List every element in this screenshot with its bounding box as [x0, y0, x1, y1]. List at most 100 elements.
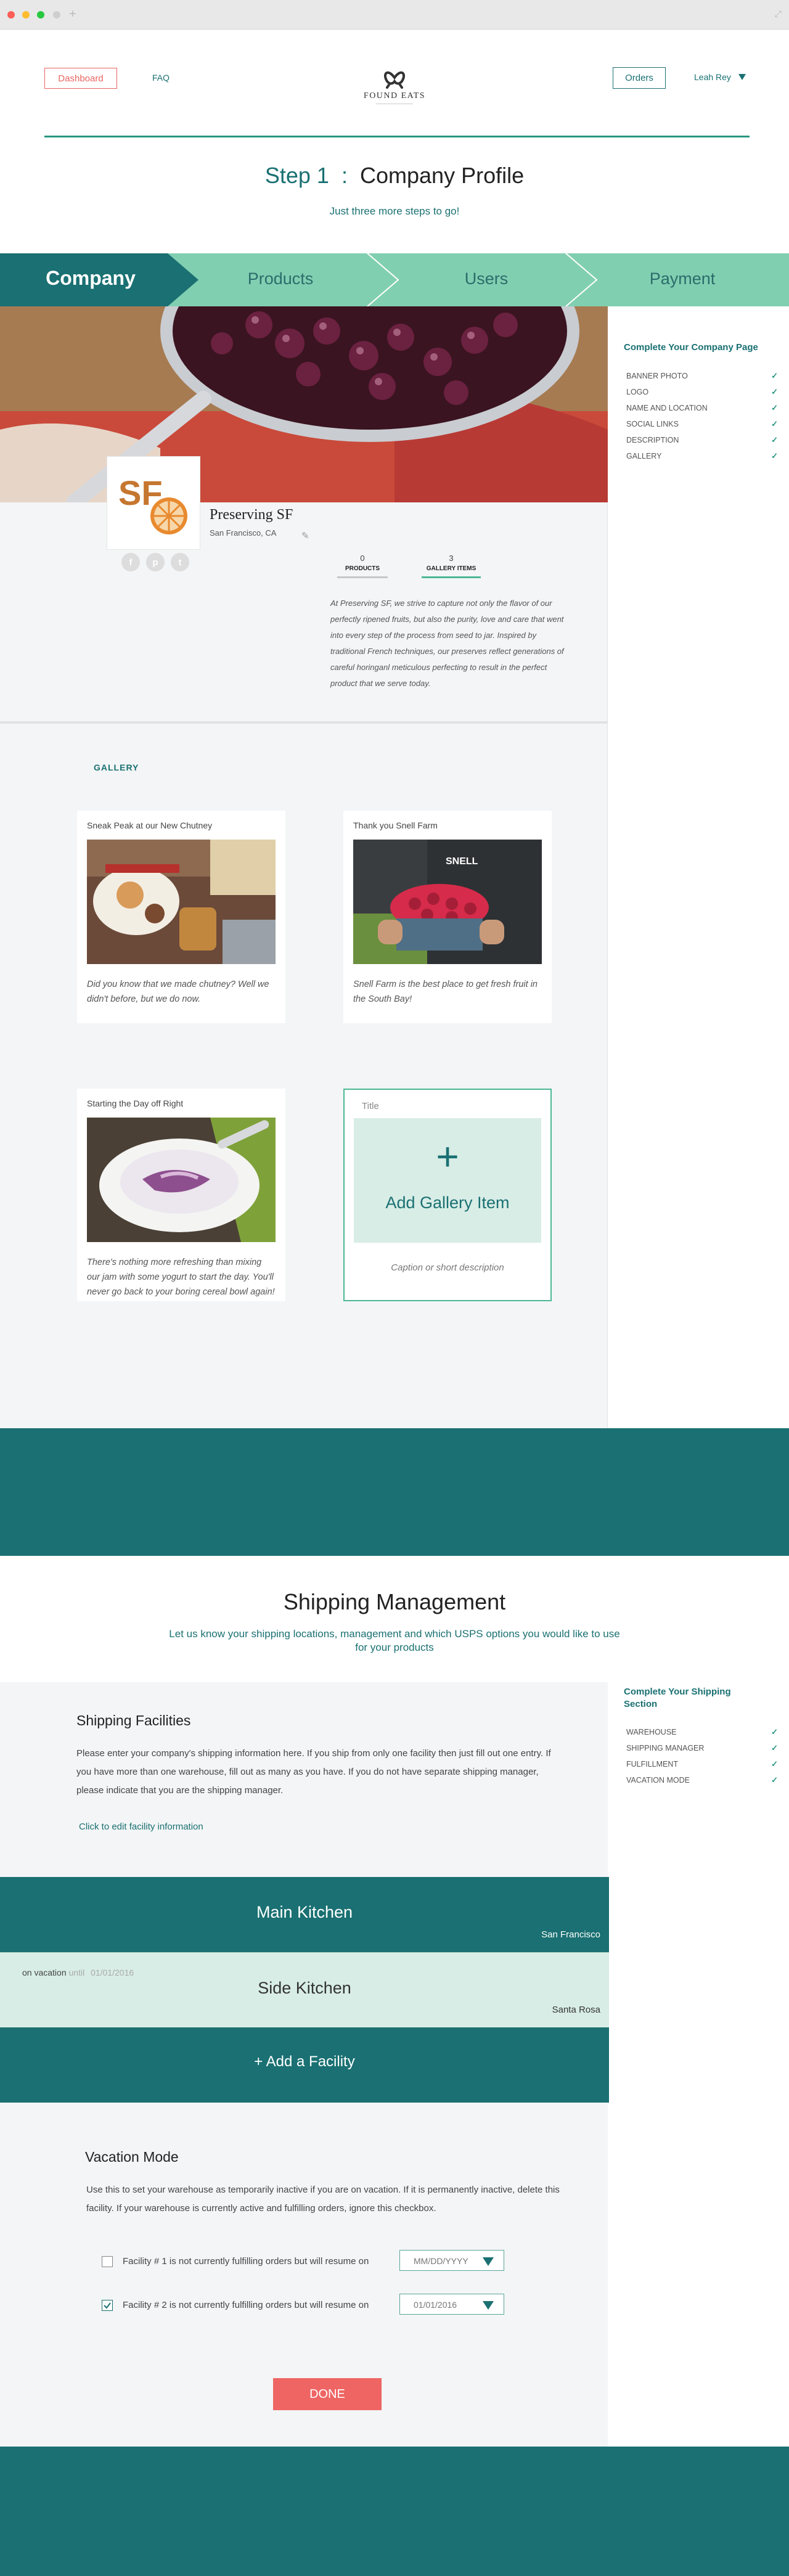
step-tab-company[interactable]: Company — [23, 267, 158, 290]
facility-2-vacation-label: Facility # 2 is not currently fulfilling… — [123, 2300, 369, 2310]
gallery-card[interactable]: Sneak Peak at our New Chutney Did you kn… — [77, 811, 285, 1023]
teal-separator-band — [0, 1428, 789, 1556]
products-label: PRODUCTS — [345, 565, 380, 572]
pinterest-icon[interactable]: p — [146, 553, 165, 571]
footer-band — [0, 2447, 789, 2576]
gallery-card[interactable]: Thank you Snell Farm SNELL Snell Farm is… — [343, 811, 552, 1023]
close-window-icon[interactable] — [7, 11, 15, 18]
gallery-card-caption: Did you know that we made chutney? Well … — [87, 979, 269, 1004]
gallery-card[interactable]: Starting the Day off Right There's nothi… — [77, 1089, 285, 1301]
dashboard-button[interactable]: Dashboard — [44, 68, 117, 89]
done-button[interactable]: DONE — [273, 2378, 382, 2410]
banner-photo[interactable] — [0, 306, 608, 502]
maximize-window-icon[interactable] — [37, 11, 44, 18]
checkmark-icon: ✓ — [771, 435, 778, 444]
gallery-card-title: Thank you Snell Farm — [353, 820, 438, 830]
vacation-note: on vacation until 01/01/2016 — [22, 1968, 134, 1977]
checkmark-icon: ✓ — [771, 1759, 778, 1768]
progress-steps: Company Products Users Payment — [0, 253, 789, 306]
tab-dot-icon — [53, 11, 60, 18]
checkmark-icon: ✓ — [771, 1727, 778, 1736]
facility-row-side-kitchen[interactable]: on vacation until 01/01/2016 Side Kitche… — [0, 1952, 609, 2027]
date-value: 01/01/2016 — [414, 2300, 457, 2310]
gallery-title-placeholder[interactable]: Title — [362, 1101, 379, 1111]
checklist-item[interactable]: FULFILLMENT ✓ — [626, 1756, 787, 1772]
edit-pencil-icon[interactable]: ✎ — [301, 530, 309, 541]
checkmark-icon: ✓ — [771, 1743, 778, 1752]
edit-facility-link[interactable]: Click to edit facility information — [79, 1822, 203, 1832]
checklist-item[interactable]: NAME AND LOCATION ✓ — [626, 400, 787, 416]
add-facility-button[interactable]: + Add a Facility — [0, 2027, 609, 2103]
page-title: Step 1 : Company Profile — [0, 163, 789, 189]
checklist-item[interactable]: GALLERY ✓ — [626, 448, 787, 464]
gallery-items-count: 3 — [449, 554, 454, 563]
company-checklist: Complete Your Company Page BANNER PHOTO ✓… — [608, 306, 789, 1428]
checkmark-icon: ✓ — [771, 403, 778, 412]
shipping-subtitle: Let us know your shipping locations, man… — [169, 1628, 620, 1653]
gallery-card-caption: Snell Farm is the best place to get fres… — [353, 979, 538, 1004]
logo-text: FOUND EATS — [363, 91, 426, 100]
minimize-window-icon[interactable] — [22, 11, 30, 18]
checklist-item[interactable]: SHIPPING MANAGER ✓ — [626, 1740, 787, 1756]
add-gallery-item-label: Add Gallery Item — [385, 1193, 510, 1212]
add-gallery-item-button[interactable]: + Add Gallery Item — [354, 1118, 541, 1243]
checklist-item[interactable]: WAREHOUSE ✓ — [626, 1724, 787, 1740]
user-name: Leah Rey — [694, 72, 731, 82]
company-description: At Preserving SF, we strive to capture n… — [330, 599, 564, 688]
svg-text:SNELL: SNELL — [446, 856, 478, 867]
checkmark-icon: ✓ — [771, 387, 778, 396]
section-divider — [0, 721, 608, 724]
checklist-item[interactable]: VACATION MODE ✓ — [626, 1772, 787, 1788]
plus-icon: + — [436, 1134, 459, 1179]
faq-link[interactable]: FAQ — [152, 73, 170, 83]
step-tab-payment[interactable]: Payment — [615, 269, 750, 288]
shipping-checklist: Complete Your Shipping Section WAREHOUSE… — [608, 1682, 789, 2447]
checkmark-icon: ✓ — [771, 451, 778, 460]
checklist-item[interactable]: DESCRIPTION ✓ — [626, 432, 787, 448]
facility-1-vacation-label: Facility # 1 is not currently fulfilling… — [123, 2256, 369, 2267]
company-location: San Francisco, CA — [210, 528, 277, 538]
chutney-photo — [87, 840, 276, 964]
facebook-icon[interactable]: f — [121, 553, 140, 571]
facility-1-vacation-checkbox[interactable] — [102, 2256, 113, 2267]
gallery-items-stat[interactable]: 3 GALLERY ITEMS — [422, 554, 481, 578]
checkmark-icon: ✓ — [771, 1775, 778, 1785]
caption-placeholder[interactable]: Caption or short description — [345, 1262, 550, 1273]
gallery-card-title: Sneak Peak at our New Chutney — [87, 820, 213, 830]
checkmark-icon: ✓ — [771, 419, 778, 428]
expand-icon[interactable]: ⤢ — [775, 9, 782, 19]
new-tab-icon[interactable]: + — [69, 7, 76, 22]
chevron-down-icon — [738, 74, 746, 80]
orders-button[interactable]: Orders — [613, 67, 666, 89]
checklist-item[interactable]: SOCIAL LINKS ✓ — [626, 416, 787, 432]
gallery-card-title: Starting the Day off Right — [87, 1098, 184, 1108]
company-checklist-items: BANNER PHOTO ✓ LOGO ✓ NAME AND LOCATION ✓ S… — [626, 368, 787, 464]
user-menu[interactable]: Leah Rey — [694, 72, 746, 82]
pretzel-logo-icon[interactable] — [381, 65, 408, 93]
facility-1-resume-date-select[interactable]: MM/DD/YYYY — [399, 2250, 504, 2271]
step-tab-products[interactable]: Products — [213, 269, 348, 288]
facility-city: San Francisco — [541, 1929, 600, 1940]
checklist-item[interactable]: BANNER PHOTO ✓ — [626, 368, 787, 384]
products-stat[interactable]: 0 PRODUCTS — [337, 554, 388, 578]
vacation-mode-heading: Vacation Mode — [85, 2149, 179, 2165]
raspberries-photo: SNELL — [353, 840, 542, 964]
facility-2-resume-date-select[interactable]: 01/01/2016 — [399, 2294, 504, 2315]
chevron-down-icon — [483, 2301, 494, 2310]
checklist-item[interactable]: LOGO ✓ — [626, 384, 787, 400]
company-name: Preserving SF — [210, 507, 293, 523]
twitter-icon[interactable]: t — [171, 553, 189, 571]
step-subtitle: Just three more steps to go! — [329, 205, 460, 217]
facility-name: Side Kitchen — [258, 1979, 351, 1997]
facility-city: Santa Rosa — [552, 2005, 600, 2015]
add-gallery-item-card[interactable]: Title + Add Gallery Item Caption or shor… — [343, 1089, 552, 1301]
gallery-items-label: GALLERY ITEMS — [426, 565, 476, 572]
facility-2-vacation-checkbox[interactable] — [102, 2300, 113, 2311]
company-logo[interactable]: SF — [107, 456, 200, 550]
chevron-down-icon — [483, 2257, 494, 2266]
shipping-checklist-items: WAREHOUSE ✓ SHIPPING MANAGER ✓ FULFILLMENT… — [626, 1724, 787, 1788]
facility-name: Main Kitchen — [256, 1903, 353, 1921]
step-tab-users[interactable]: Users — [419, 269, 554, 288]
facility-row-main-kitchen[interactable]: Main Kitchen San Francisco — [0, 1877, 609, 1952]
yogurt-photo — [87, 1118, 276, 1242]
